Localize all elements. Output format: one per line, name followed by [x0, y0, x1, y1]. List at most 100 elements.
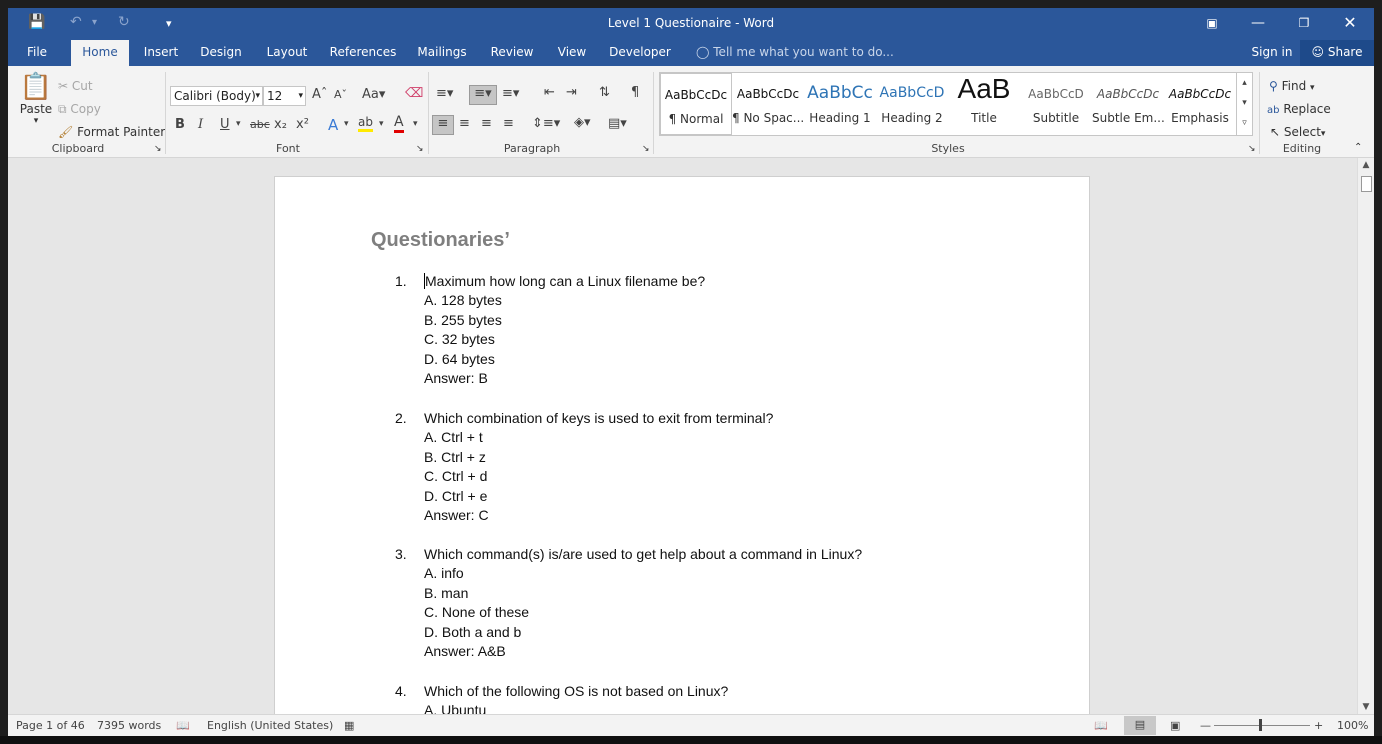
- bullets-icon[interactable]: ≡▾: [436, 86, 453, 101]
- shading-icon[interactable]: ◈▾: [574, 115, 591, 130]
- line-spacing-icon[interactable]: ⇕≡▾: [532, 116, 560, 131]
- zoom-in-icon[interactable]: +: [1314, 719, 1323, 732]
- style-emphasis[interactable]: AaBbCcDc Emphasis: [1164, 73, 1236, 135]
- read-mode-icon[interactable]: 📖: [1094, 719, 1108, 732]
- tab-developer[interactable]: Developer: [605, 40, 675, 66]
- chevron-down-icon[interactable]: ▾: [236, 119, 241, 129]
- document-page[interactable]: Questionaries’ 1. Maximum how long can a…: [274, 176, 1090, 714]
- chevron-down-icon: ▾: [1310, 83, 1315, 93]
- share-label: Share: [1327, 45, 1363, 59]
- page-count[interactable]: Page 1 of 46: [16, 719, 85, 732]
- clear-formatting-icon[interactable]: ⌫: [405, 86, 423, 101]
- style-subtitle[interactable]: AaBbCcD Subtitle: [1020, 73, 1092, 135]
- bold-icon[interactable]: B: [175, 117, 185, 132]
- font-name-box[interactable]: Calibri (Body) ▾: [170, 86, 263, 106]
- replace-button[interactable]: ab Replace: [1267, 102, 1331, 116]
- style-heading-2[interactable]: AaBbCcD Heading 2: [876, 73, 948, 135]
- text-effects-icon[interactable]: A: [328, 116, 338, 134]
- clipboard-launcher-icon[interactable]: ↘: [154, 144, 162, 154]
- taskbar: [0, 736, 1382, 744]
- restore-button[interactable]: ❐: [1281, 8, 1327, 40]
- language[interactable]: English (United States): [207, 719, 333, 732]
- style-heading-1[interactable]: AaBbCc Heading 1: [804, 73, 876, 135]
- tab-design[interactable]: Design: [198, 40, 244, 66]
- shrink-font-icon[interactable]: Aˇ: [334, 88, 347, 101]
- show-formatting-icon[interactable]: ¶: [631, 85, 639, 100]
- superscript-icon[interactable]: x²: [296, 117, 309, 132]
- tab-layout[interactable]: Layout: [263, 40, 311, 66]
- sign-in-link[interactable]: Sign in: [1244, 40, 1300, 66]
- vertical-scrollbar[interactable]: ▲ ▼: [1357, 158, 1374, 714]
- word-count[interactable]: 7395 words: [97, 719, 161, 732]
- question-number: 2.: [395, 410, 407, 426]
- style-subtle-emphasis[interactable]: AaBbCcDc Subtle Em...: [1092, 73, 1164, 135]
- style-title[interactable]: AaB Title: [948, 73, 1020, 135]
- align-right-icon[interactable]: ≡: [481, 116, 492, 131]
- share-button[interactable]: ☺ Share: [1300, 40, 1374, 66]
- zoom-out-icon[interactable]: —: [1200, 719, 1211, 732]
- styles-scroll[interactable]: ▴ ▾ ▿: [1236, 73, 1252, 135]
- paragraph-launcher-icon[interactable]: ↘: [642, 144, 650, 154]
- decrease-indent-icon[interactable]: ⇤: [544, 85, 555, 100]
- chevron-down-icon[interactable]: ▾: [344, 119, 349, 129]
- format-painter-button[interactable]: 🖌 Format Painter: [58, 125, 165, 139]
- tab-mailings[interactable]: Mailings: [414, 40, 470, 66]
- styles-launcher-icon[interactable]: ↘: [1248, 144, 1256, 154]
- align-left-icon[interactable]: ≡: [432, 115, 454, 135]
- tab-insert[interactable]: Insert: [139, 40, 183, 66]
- borders-icon[interactable]: ▤▾: [608, 116, 627, 131]
- style-preview: AaBbCcDc: [1096, 87, 1160, 101]
- more-styles-icon[interactable]: ▿: [1237, 113, 1252, 133]
- style-no-spacing[interactable]: AaBbCcDc ¶ No Spac...: [732, 73, 804, 135]
- chevron-down-icon[interactable]: ▾: [1237, 93, 1252, 113]
- cut-button[interactable]: ✂ Cut: [58, 79, 93, 93]
- justify-icon[interactable]: ≡: [503, 116, 514, 131]
- sort-icon[interactable]: ⇅: [599, 85, 610, 100]
- subscript-icon[interactable]: x₂: [274, 117, 287, 132]
- zoom-slider[interactable]: [1214, 725, 1310, 726]
- chevron-up-icon[interactable]: ▴: [1237, 73, 1252, 93]
- ribbon-display-options-icon[interactable]: ▣: [1189, 8, 1235, 40]
- chevron-down-icon[interactable]: ▾: [413, 119, 418, 129]
- increase-indent-icon[interactable]: ⇥: [566, 85, 577, 100]
- tell-me-box[interactable]: ◯ Tell me what you want to do...: [696, 40, 894, 66]
- highlight-icon[interactable]: ab: [358, 115, 373, 132]
- strikethrough-icon[interactable]: abc: [250, 118, 270, 131]
- underline-icon[interactable]: U: [220, 117, 230, 132]
- macro-record-icon[interactable]: ▦: [344, 719, 354, 732]
- font-name-value: Calibri (Body): [174, 89, 256, 103]
- font-size-box[interactable]: 12 ▾: [263, 86, 306, 106]
- tab-review[interactable]: Review: [487, 40, 537, 66]
- italic-icon[interactable]: I: [198, 117, 203, 132]
- style-normal[interactable]: AaBbCcDc ¶ Normal: [660, 73, 732, 135]
- close-button[interactable]: ✕: [1327, 8, 1373, 40]
- font-launcher-icon[interactable]: ↘: [416, 144, 424, 154]
- align-center-icon[interactable]: ≡: [459, 116, 470, 131]
- scroll-down-icon[interactable]: ▼: [1358, 702, 1374, 712]
- select-button[interactable]: ↖ Select▾: [1270, 125, 1325, 139]
- minimize-button[interactable]: —: [1235, 8, 1281, 40]
- tab-view[interactable]: View: [553, 40, 591, 66]
- tab-references[interactable]: References: [327, 40, 399, 66]
- answer-text: Answer: B: [424, 370, 488, 386]
- scroll-thumb[interactable]: [1361, 176, 1372, 192]
- find-button[interactable]: ⚲ Find ▾: [1269, 79, 1315, 93]
- print-layout-icon[interactable]: ▤: [1124, 716, 1156, 735]
- copy-button[interactable]: ⧉ Copy: [58, 102, 101, 117]
- numbering-icon[interactable]: ≡▾: [469, 85, 497, 105]
- change-case-icon[interactable]: Aa▾: [362, 87, 385, 102]
- collapse-ribbon-icon[interactable]: ⌃: [1354, 142, 1362, 153]
- multilevel-list-icon[interactable]: ≡▾: [502, 86, 519, 101]
- scroll-up-icon[interactable]: ▲: [1358, 160, 1374, 170]
- web-layout-icon[interactable]: ▣: [1170, 719, 1180, 732]
- zoom-slider-thumb[interactable]: [1259, 719, 1262, 731]
- zoom-level[interactable]: 100%: [1337, 719, 1368, 732]
- paste-button[interactable]: 📋 Paste ▾: [18, 72, 54, 136]
- chevron-down-icon[interactable]: ▾: [379, 119, 384, 129]
- grow-font-icon[interactable]: Aˆ: [312, 87, 327, 102]
- word-window: 💾 ↶ ▾ ↻ ▾ Level 1 Questionaire - Word ▣ …: [8, 8, 1374, 736]
- tab-file[interactable]: File: [18, 40, 56, 66]
- proofing-icon[interactable]: 📖: [176, 719, 190, 732]
- tab-home[interactable]: Home: [71, 40, 129, 66]
- font-color-icon[interactable]: A: [394, 114, 404, 133]
